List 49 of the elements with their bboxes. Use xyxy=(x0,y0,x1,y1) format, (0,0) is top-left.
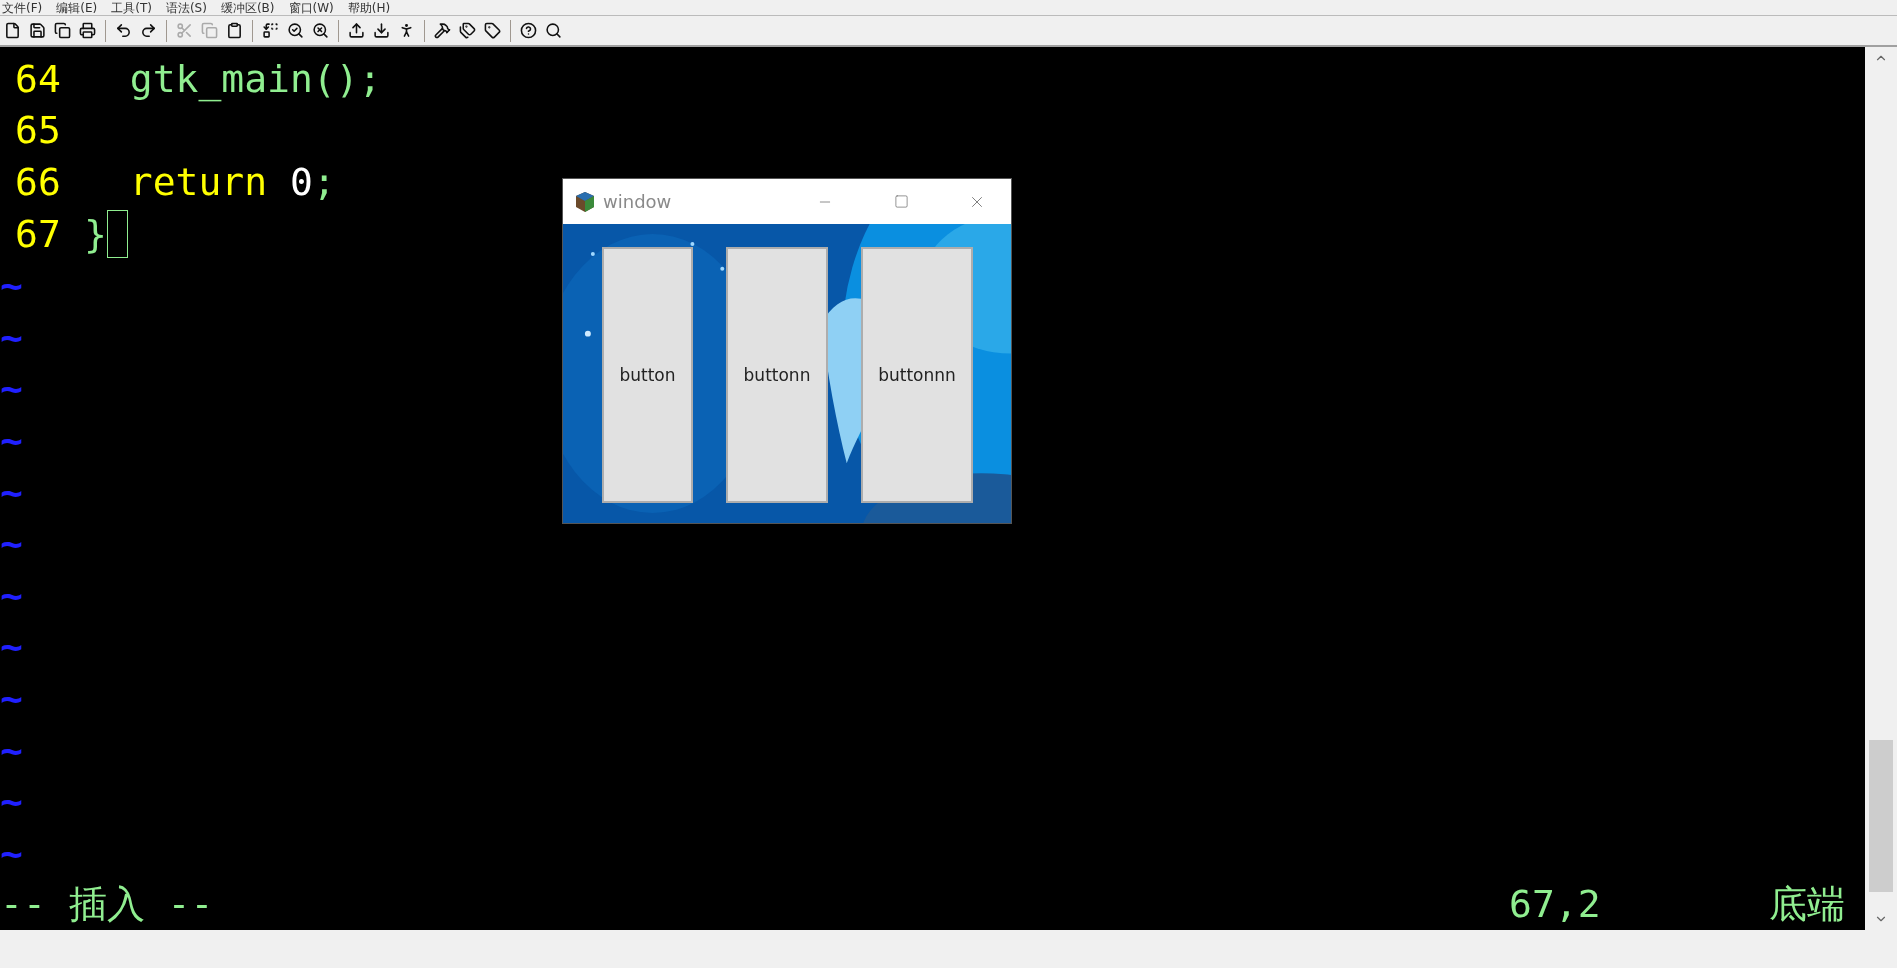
search-check-icon[interactable] xyxy=(285,20,306,41)
empty-line-marker: ~ xyxy=(0,314,23,359)
window-button[interactable]: button xyxy=(602,247,693,503)
empty-line-marker: ~ xyxy=(0,366,23,411)
empty-line-marker: ~ xyxy=(0,417,23,462)
printer-icon[interactable] xyxy=(77,20,98,41)
documents-icon[interactable] xyxy=(52,20,73,41)
empty-line-marker: ~ xyxy=(0,779,23,824)
empty-line-marker: ~ xyxy=(0,263,23,308)
empty-line-marker: ~ xyxy=(0,521,23,566)
code-text: gtk_main(); xyxy=(128,56,382,101)
menu-item[interactable]: 缓冲区(B) xyxy=(220,0,275,15)
menu-item[interactable]: 工具(T) xyxy=(111,0,152,15)
empty-line-marker: ~ xyxy=(0,675,23,720)
search-x-icon[interactable] xyxy=(310,20,331,41)
empty-line-marker: ~ xyxy=(0,624,23,669)
window-button[interactable]: buttonn xyxy=(726,247,828,503)
empty-line-marker: ~ xyxy=(0,830,23,875)
upload-icon[interactable] xyxy=(346,20,367,41)
line-number: 64 xyxy=(15,56,62,101)
empty-line-marker: ~ xyxy=(0,469,23,514)
line-number: 67 xyxy=(15,211,62,256)
line-number: 65 xyxy=(15,108,62,153)
menu-item[interactable]: 帮助(H) xyxy=(347,0,391,15)
code-text: 0 xyxy=(289,160,313,204)
menu-item[interactable]: 窗口(W) xyxy=(288,0,334,15)
mode-indicator: -- 插入 -- xyxy=(0,880,214,928)
menu-item[interactable]: 语法(S) xyxy=(165,0,207,15)
window-title: window xyxy=(603,191,673,212)
empty-line-marker: ~ xyxy=(0,727,23,772)
scrollbar-thumb[interactable] xyxy=(1869,740,1893,892)
replace-icon[interactable] xyxy=(260,20,281,41)
download-icon[interactable] xyxy=(371,20,392,41)
menu-item[interactable]: 编辑(E) xyxy=(56,0,98,15)
cube-icon xyxy=(575,190,595,213)
cursor-position: 67,2 xyxy=(1509,882,1602,927)
code-text: ; xyxy=(312,160,336,204)
tags-icon[interactable] xyxy=(457,20,478,41)
search-icon[interactable] xyxy=(543,20,564,41)
window-button[interactable]: buttonnn xyxy=(861,247,973,503)
hammer-icon[interactable] xyxy=(432,20,453,41)
help-icon[interactable] xyxy=(518,20,539,41)
code-text: } xyxy=(84,211,107,256)
code-text: return xyxy=(128,160,269,204)
tag-icon[interactable] xyxy=(482,20,503,41)
scroll-position: 底端 xyxy=(1769,880,1846,928)
line-number: 66 xyxy=(15,160,62,204)
menu-item[interactable]: 文件(F) xyxy=(2,0,43,15)
empty-line-marker: ~ xyxy=(0,572,23,617)
